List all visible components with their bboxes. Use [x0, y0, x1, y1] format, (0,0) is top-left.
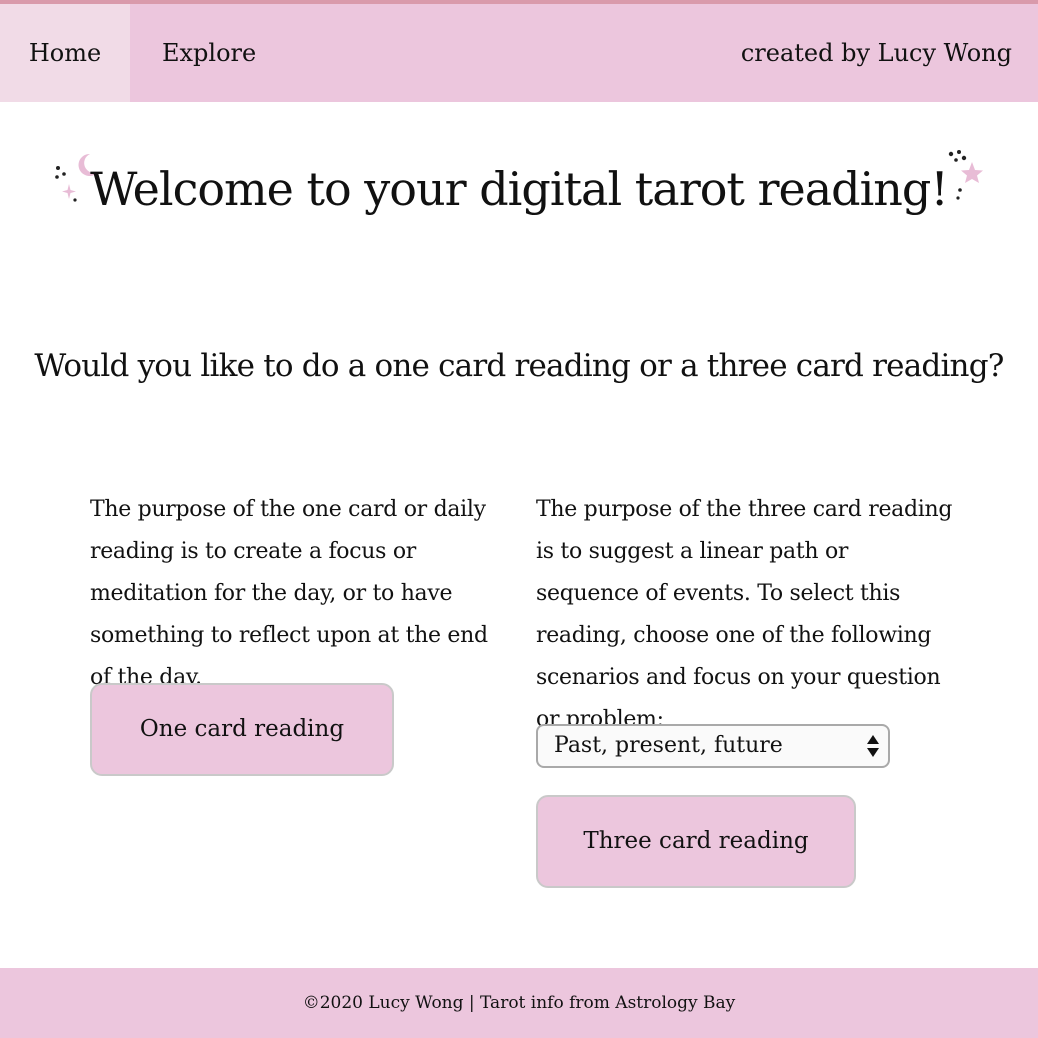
three-card-description: The purpose of the three card reading is…: [536, 497, 953, 732]
footer: ©2020 Lucy Wong | Tarot info from Astrol…: [0, 968, 1038, 1038]
select-arrows-icon: [867, 735, 879, 757]
stars-sparkles-icon: [948, 150, 983, 200]
reading-question: Would you like to do a one card reading …: [34, 348, 1004, 384]
scenario-select[interactable]: Past, present, future: [536, 724, 890, 768]
three-card-reading-button[interactable]: Three card reading: [536, 795, 856, 888]
one-card-description: The purpose of the one card or daily rea…: [90, 497, 488, 690]
page-title: Welcome to your digital tarot reading!: [90, 162, 949, 216]
nav-home-link[interactable]: Home: [0, 4, 130, 102]
footer-copyright: ©2020 Lucy Wong | Tarot info from: [302, 993, 616, 1013]
scenario-select-value: Past, present, future: [554, 733, 783, 758]
author-credit: created by Lucy Wong: [740, 39, 1012, 67]
top-nav: Home Explore created by Lucy Wong: [0, 4, 1038, 102]
title-container: Welcome to your digital tarot reading!: [0, 152, 1038, 216]
one-card-reading-button[interactable]: One card reading: [90, 683, 394, 776]
astrology-bay-link[interactable]: Astrology Bay: [615, 993, 735, 1013]
nav-explore-link[interactable]: Explore: [162, 4, 256, 102]
